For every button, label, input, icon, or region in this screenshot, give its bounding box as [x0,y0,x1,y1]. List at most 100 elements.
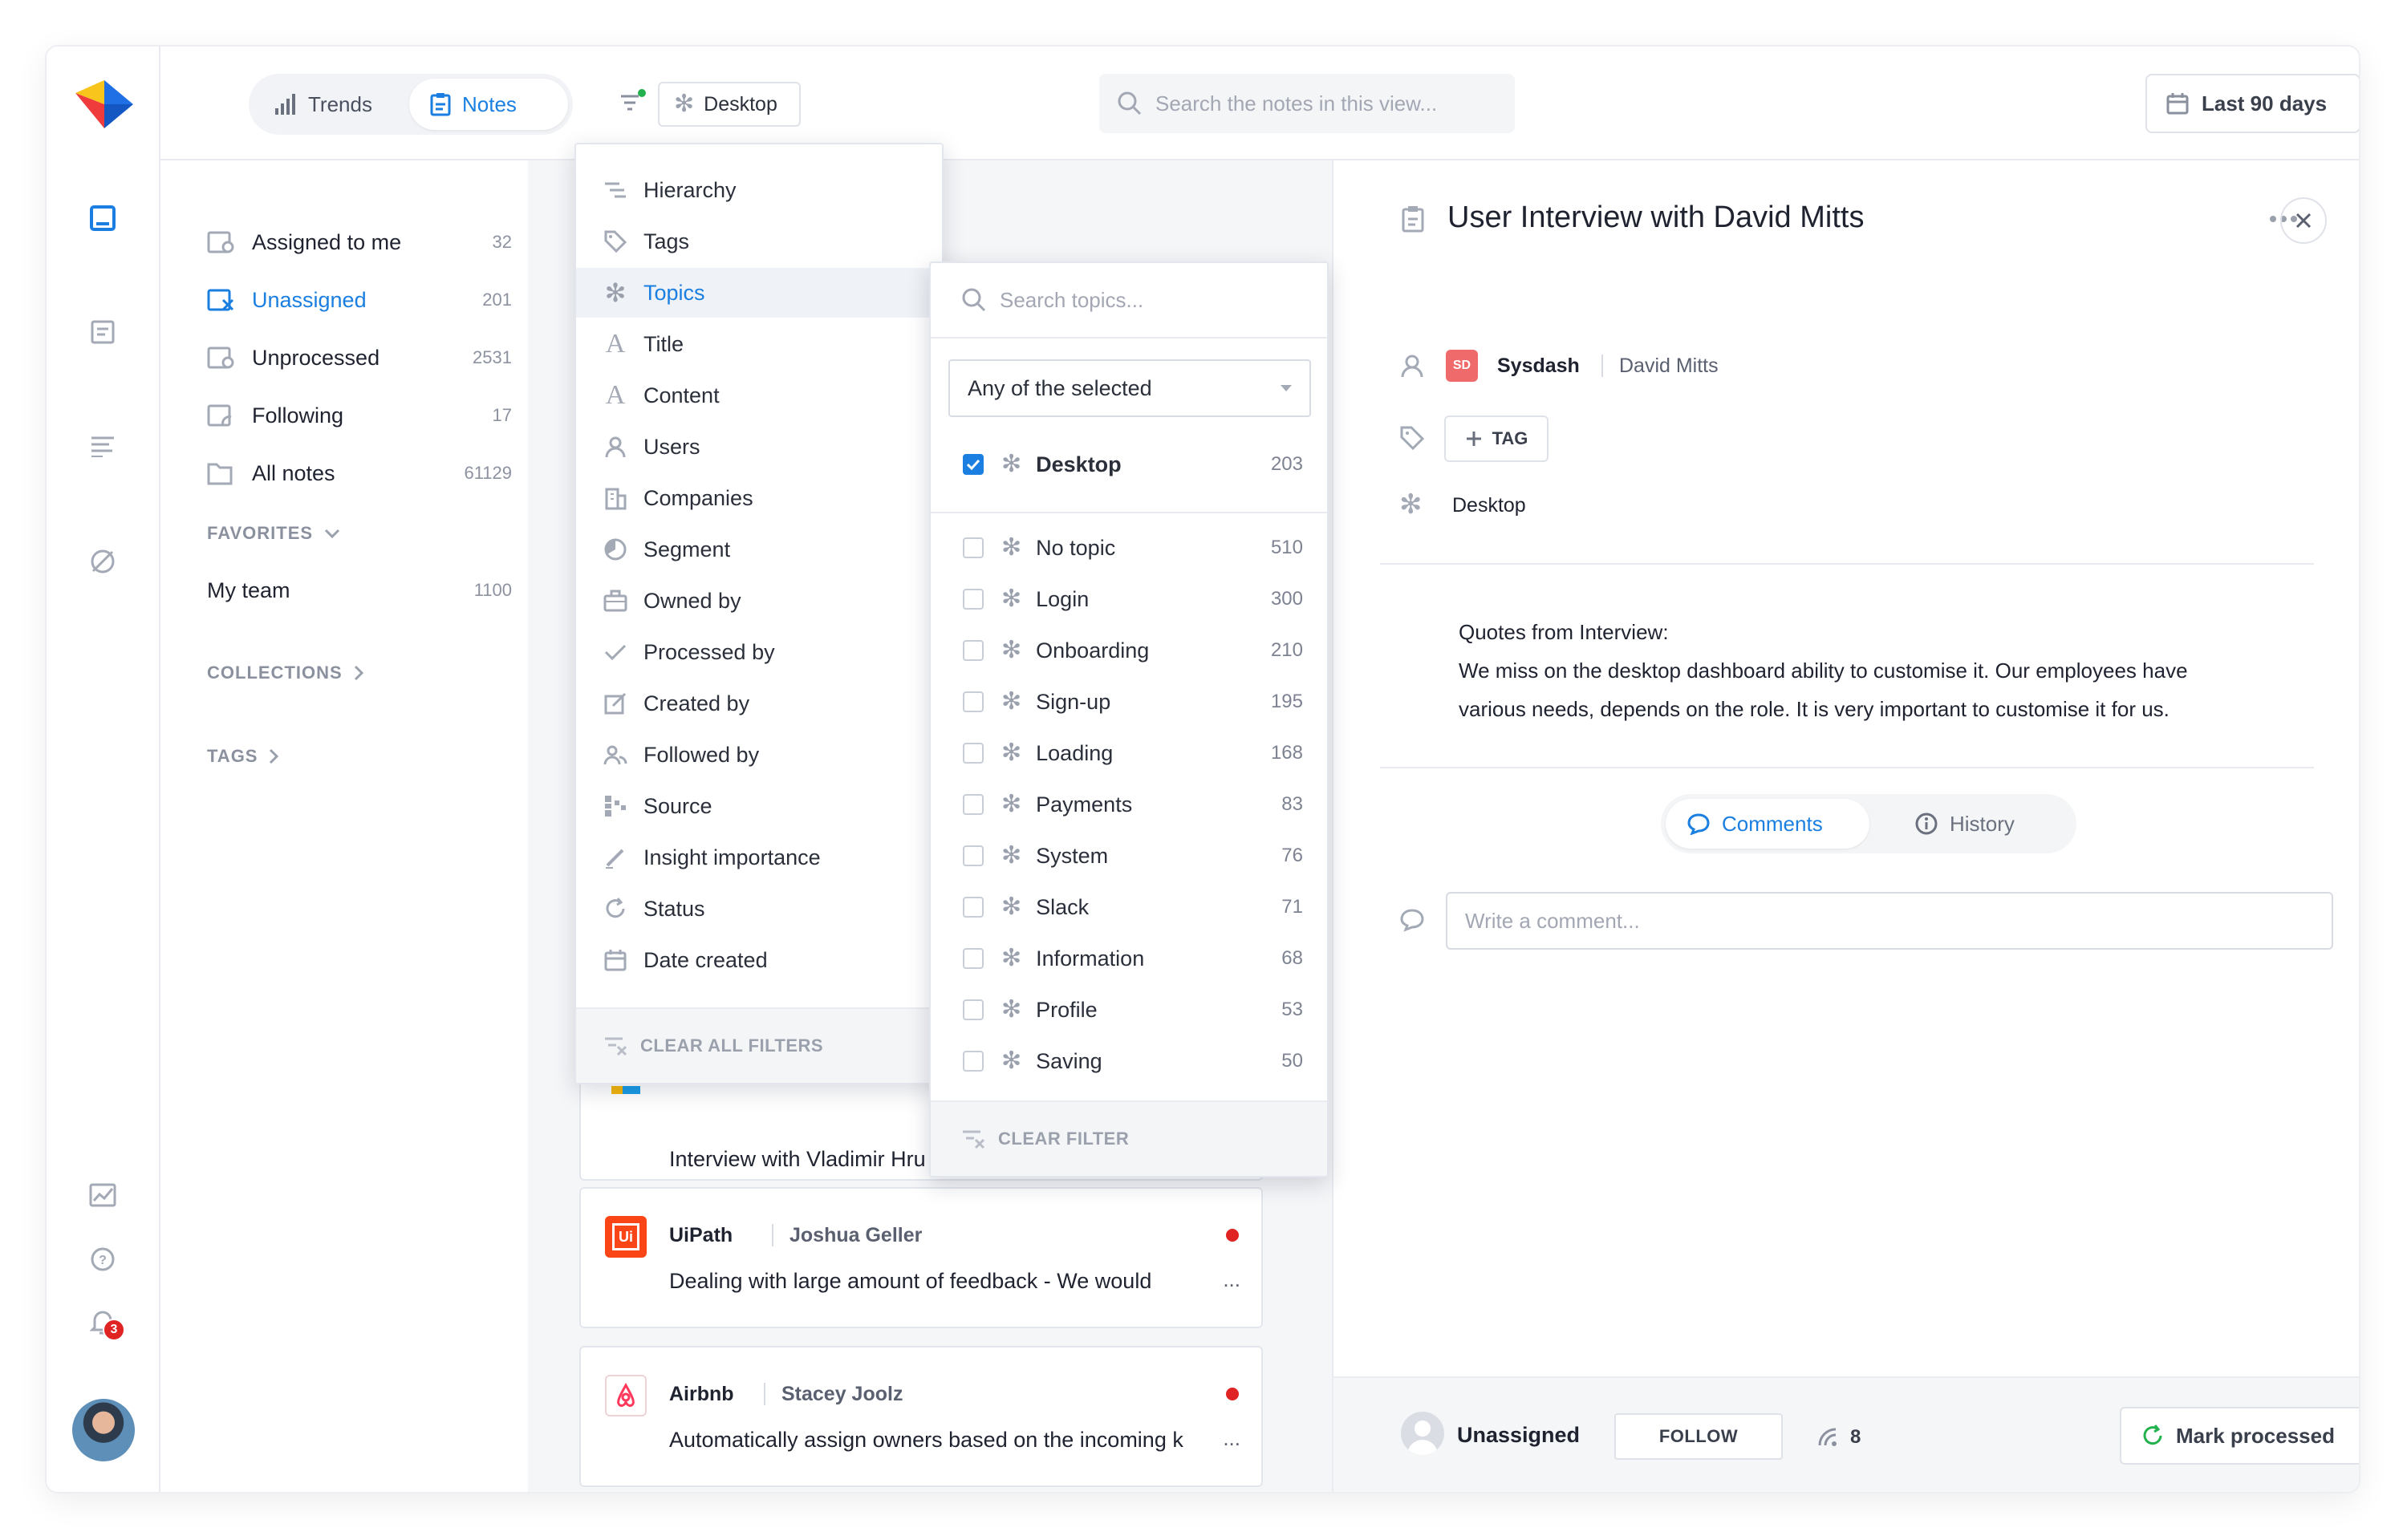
sidebar-item-count: 32 [492,232,512,252]
topic-option-selected[interactable]: ✻ Desktop 203 [931,440,1327,489]
mark-processed-button[interactable]: Mark processed [2120,1407,2359,1465]
sidebar-item-following[interactable]: Following 17 [207,391,512,440]
filter-option-companies[interactable]: Companies [576,473,942,523]
tab-notes[interactable]: Notes [409,79,568,130]
inbox-x-icon [207,289,234,311]
user-icon [1399,353,1425,379]
topic-option[interactable]: ✻ Information 68 [931,934,1327,983]
sidebar-item-all-notes[interactable]: All notes 61129 [207,449,512,497]
detail-person[interactable]: David Mitts [1619,355,1719,378]
filter-option-insight-importance[interactable]: Insight importance [576,833,942,882]
checkbox[interactable] [963,999,984,1020]
unread-dot [1226,1388,1239,1400]
topic-count: 510 [1270,537,1303,558]
follow-button[interactable]: FOLLOW [1614,1413,1783,1460]
topics-search-input[interactable]: Search topics... [931,263,1327,338]
filter-option-tags[interactable]: Tags [576,217,942,266]
favorites-header[interactable]: FAVORITES [207,523,340,544]
checkbox[interactable] [963,1051,984,1072]
filter-option-source[interactable]: Source [576,781,942,831]
topic-option[interactable]: ✻ No topic 510 [931,523,1327,573]
clear-all-filters-button[interactable]: CLEAR ALL FILTERS [576,1007,942,1083]
followers-icon [1816,1424,1841,1447]
filter-option-date-created[interactable]: Date created [576,935,942,985]
filter-option-users[interactable]: Users [576,422,942,472]
owner-avatar[interactable] [1401,1412,1444,1455]
topic-option[interactable]: ✻ Loading 168 [931,728,1327,778]
filter-option-status[interactable]: Status [576,884,942,934]
chevron-down-icon [325,529,340,538]
comment-input[interactable]: Write a comment... [1446,892,2333,950]
match-mode-select[interactable]: Any of the selected [948,359,1311,417]
filter-option-owned-by[interactable]: Owned by [576,576,942,626]
topic-label: Saving [1036,1048,1102,1073]
topic-snowflake-icon: ✻ [1001,791,1022,817]
detail-company[interactable]: Sysdash [1497,355,1580,378]
topic-option[interactable]: ✻ Slack 71 [931,882,1327,932]
filter-option-segment[interactable]: Segment [576,525,942,574]
comment-icon [1687,813,1710,835]
checkbox[interactable] [963,897,984,918]
sidebar-item-unassigned[interactable]: Unassigned 201 [207,276,512,324]
tab-history[interactable]: History [1894,799,2062,849]
notes-icon[interactable] [79,308,127,356]
tab-comments[interactable]: Comments [1666,799,1869,849]
checkbox[interactable] [963,640,984,661]
note-content: Quotes from Interview: We miss on the de… [1459,613,2188,728]
checkbox[interactable] [963,948,984,969]
filter-option-topics[interactable]: ✻ Topics [576,268,942,318]
clipboard-icon [430,93,451,116]
topic-option[interactable]: ✻ System 76 [931,831,1327,881]
roadmap-icon[interactable] [79,422,127,470]
tab-trends[interactable]: Trends [254,79,401,130]
favorite-my-team[interactable]: My team 1100 [207,566,512,614]
insights-icon[interactable] [79,1171,127,1219]
checkbox[interactable] [963,691,984,712]
detail-topic[interactable]: Desktop [1452,494,1526,517]
owner-name[interactable]: Unassigned [1457,1423,1580,1448]
notes-search-input[interactable]: Search the notes in this view... [1099,74,1515,133]
collections-header[interactable]: COLLECTIONS [207,663,363,683]
date-range-button[interactable]: Last 90 days [2145,74,2359,133]
filter-option-title[interactable]: A Title [576,319,942,369]
checkbox[interactable] [963,537,984,558]
topic-option[interactable]: ✻ Profile 53 [931,985,1327,1035]
topic-label: Onboarding [1036,638,1150,663]
checkbox-checked[interactable] [963,454,984,475]
app-logo[interactable] [75,80,133,128]
topic-option[interactable]: ✻ Onboarding 210 [931,626,1327,675]
add-tag-button[interactable]: TAG [1444,415,1549,462]
filter-option-processed-by[interactable]: Processed by [576,627,942,677]
user-avatar[interactable] [72,1399,135,1461]
clear-filter-button[interactable]: CLEAR FILTER [931,1100,1327,1176]
hidden-icon[interactable] [79,537,127,586]
checkbox[interactable] [963,845,984,866]
active-filter-chip[interactable]: ✻ Desktop [658,82,801,127]
hierarchy-icon [605,182,626,198]
note-more[interactable]: ... [1223,1267,1240,1292]
topic-option[interactable]: ✻ Login 300 [931,574,1327,624]
inbox-user-icon [207,231,234,253]
sidebar-item-assigned[interactable]: Assigned to me 32 [207,218,512,266]
inbox-icon[interactable] [79,194,127,242]
filter-icon[interactable] [618,88,647,117]
checkbox[interactable] [963,794,984,815]
sidebar-item-unprocessed[interactable]: Unprocessed 2531 [207,334,512,382]
checkbox[interactable] [963,743,984,764]
help-icon[interactable]: ? [79,1235,127,1283]
note-card[interactable]: Airbnb Stacey Joolz Automatically assign… [579,1346,1263,1487]
note-more[interactable]: ... [1223,1426,1240,1451]
tags-header[interactable]: TAGS [207,746,279,767]
company-logo [611,1086,640,1094]
checkbox[interactable] [963,589,984,610]
tags-header-label: TAGS [207,746,258,766]
topic-option[interactable]: ✻ Sign-up 195 [931,677,1327,727]
filter-option-hierarchy[interactable]: Hierarchy [576,165,942,215]
topic-option[interactable]: ✻ Payments 83 [931,780,1327,829]
filter-option-created-by[interactable]: Created by [576,679,942,728]
close-button[interactable] [2280,197,2327,244]
topic-option[interactable]: ✻ Saving 50 [931,1036,1327,1086]
note-card[interactable]: Ui UiPath Joshua Geller Dealing with lar… [579,1187,1263,1328]
filter-option-followed-by[interactable]: Followed by [576,730,942,780]
filter-option-content[interactable]: A Content [576,371,942,420]
